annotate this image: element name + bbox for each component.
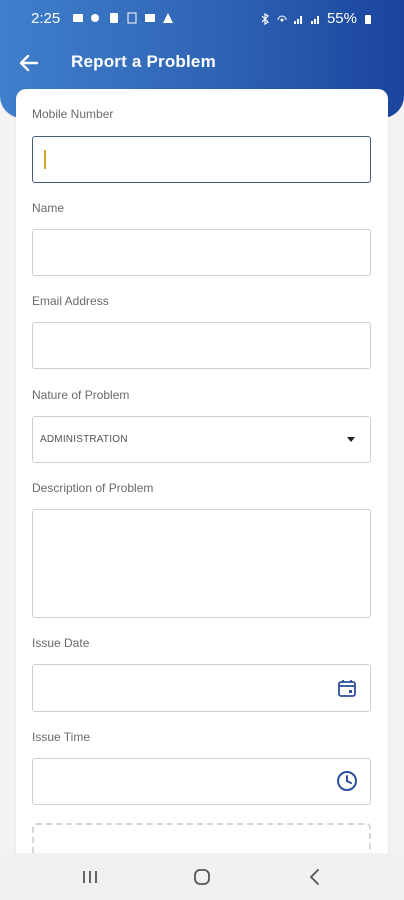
status-right: 55%: [259, 10, 374, 27]
caret-down-icon: [347, 437, 355, 442]
back-chevron-icon[interactable]: [306, 868, 326, 886]
bluetooth-icon: [261, 12, 269, 25]
issue-date-label: Issue Date: [32, 636, 90, 650]
form-card: [16, 89, 388, 869]
issue-time-label: Issue Time: [32, 730, 91, 744]
arrow-left-icon[interactable]: [18, 52, 40, 74]
home-icon[interactable]: [192, 868, 212, 886]
text-cursor: [44, 150, 46, 169]
description-label: Description of Problem: [32, 481, 154, 495]
hotspot-icon: [277, 15, 287, 21]
notification-icon: [110, 13, 118, 23]
email-label: Email Address: [32, 294, 109, 308]
email-input[interactable]: [32, 322, 371, 369]
nature-selected-value: ADMINISTRATION: [40, 434, 128, 445]
calendar-icon[interactable]: [336, 677, 358, 699]
warning-icon: [163, 13, 173, 23]
notification-icon: [127, 12, 137, 24]
notification-icons: [72, 12, 174, 24]
system-nav-bar: [0, 853, 404, 900]
image-icon: [145, 14, 155, 22]
status-time: 2:25: [31, 10, 61, 27]
issue-time-input[interactable]: [32, 758, 371, 805]
battery-percent: 55%: [326, 10, 357, 27]
battery-icon: [365, 14, 371, 24]
status-bar: 2:25 55%: [0, 0, 404, 40]
signal-icon: [293, 15, 302, 24]
mobile-number-input[interactable]: [32, 136, 371, 183]
name-label: Name: [32, 201, 65, 215]
nature-label: Nature of Problem: [32, 388, 130, 402]
signal-icon: [310, 15, 319, 24]
report-problem-screen: 2:25 55% Report a Problem Mobile Number …: [0, 0, 404, 900]
name-input[interactable]: [32, 229, 371, 276]
page-title: Report a Problem: [71, 52, 216, 71]
nature-select[interactable]: ADMINISTRATION: [32, 416, 371, 463]
notification-icon: [73, 14, 83, 22]
description-textarea[interactable]: [32, 509, 371, 618]
mobile-number-label: Mobile Number: [32, 107, 114, 121]
clock-icon[interactable]: [336, 770, 358, 792]
recents-icon[interactable]: [80, 868, 100, 886]
notification-icon: [91, 14, 99, 22]
issue-date-input[interactable]: [32, 664, 371, 712]
